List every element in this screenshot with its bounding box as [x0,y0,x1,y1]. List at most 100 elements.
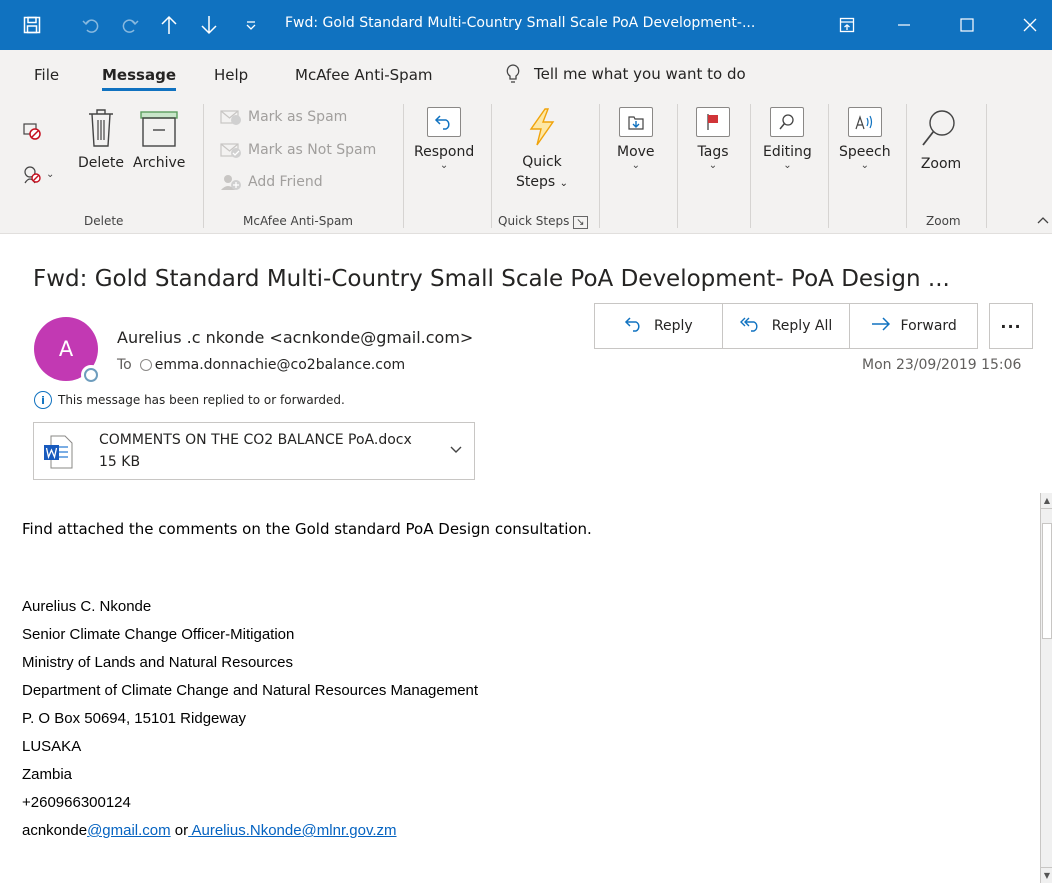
speech-button[interactable]: Speech ⌄ [839,107,891,171]
more-icon: ··· [1000,316,1022,336]
speech-label: Speech [839,144,891,160]
quick-steps-label-2-text: Steps [516,174,556,190]
move-icon [618,107,653,137]
signature-line: Zambia [22,766,73,783]
group-label-mcafee-anti-spam: McAfee Anti-Spam [243,214,353,228]
tags-button[interactable]: Tags ⌄ [696,107,730,171]
ribbon-separator [599,104,600,228]
tab-file[interactable]: File [34,66,59,84]
forward-label: Forward [900,318,957,334]
lightbulb-icon [506,64,520,83]
minimize-icon[interactable] [893,14,915,36]
attachment-card[interactable]: COMMENTS ON THE CO2 BALANCE PoA.docx 15 … [33,422,475,480]
gov-email-link[interactable]: Aurelius.Nkonde@mlnr.gov.zm [188,822,396,839]
add-friend-label: Add Friend [248,174,323,190]
chevron-down-icon: ⌄ [631,160,640,171]
save-icon[interactable] [21,14,43,36]
zoom-button[interactable]: Zoom [920,107,962,173]
redo-icon[interactable] [119,14,141,36]
quick-steps-label-2: Steps ⌄ [516,173,568,193]
maximize-icon[interactable] [956,14,978,36]
quick-steps-button[interactable]: Quick Steps ⌄ [516,107,568,193]
sender-name[interactable]: Aurelius .c nkonde <acnkonde@gmail.com> [117,328,473,347]
tell-me-search[interactable]: Tell me what you want to do [506,64,746,84]
add-friend-button[interactable]: Add Friend [220,173,323,191]
signature-line: Ministry of Lands and Natural Resources [22,654,293,671]
scroll-down-icon[interactable]: ▼ [1041,867,1052,883]
dialog-launcher-icon[interactable]: ↘ [573,216,588,229]
ribbon-separator [906,104,907,228]
tab-help[interactable]: Help [214,66,248,84]
signature-line: Aurelius C. Nkonde [22,598,152,615]
respond-label: Respond [414,144,475,160]
group-label-quick-steps-text: Quick Steps [498,214,570,228]
trash-icon [89,109,113,147]
up-arrow-icon[interactable] [158,14,180,36]
group-label-zoom: Zoom [926,214,961,228]
ribbon-separator [403,104,404,228]
forward-button[interactable]: Forward [850,304,977,348]
editing-button[interactable]: Editing ⌄ [763,107,812,171]
delete-button[interactable]: Delete [78,108,124,172]
lightning-icon [529,108,555,146]
presence-status-icon [81,365,101,385]
undo-icon[interactable] [80,14,102,36]
mark-as-not-spam-label: Mark as Not Spam [248,142,377,158]
gmail-link[interactable]: @gmail.com [87,822,171,839]
group-label-quick-steps: Quick Steps ↘ [498,214,588,229]
reply-label: Reply [653,318,693,334]
scroll-thumb[interactable] [1042,523,1052,639]
delete-label: Delete [78,155,124,171]
signature-line: Senior Climate Change Officer-Mitigation [22,626,295,643]
group-label-delete: Delete [84,214,124,228]
customize-icon[interactable] [240,14,262,36]
ribbon-separator [750,104,751,228]
archive-icon [140,111,178,147]
message-body-text: Find attached the comments on the Gold s… [22,520,592,538]
chevron-down-icon: ⌄ [439,160,449,171]
signature-line: Department of Climate Change and Natural… [22,682,479,699]
collapse-ribbon-icon[interactable] [1036,210,1050,229]
tab-mcafee-anti-spam[interactable]: McAfee Anti-Spam [295,66,433,84]
chevron-down-icon: ⌄ [783,160,792,171]
reply-all-button[interactable]: Reply All [723,304,851,348]
ribbon-separator [677,104,678,228]
close-icon[interactable] [1019,14,1041,36]
down-arrow-icon[interactable] [198,14,220,36]
recipient-presence-icon [139,359,152,371]
signature-line: P. O Box 50694, 15101 Ridgeway [22,710,247,727]
attachment-name: COMMENTS ON THE CO2 BALANCE PoA.docx [99,432,412,448]
flag-icon [696,107,730,137]
title-bar: Fwd: Gold Standard Multi-Country Small S… [0,0,1052,50]
recipient-line: To emma.donnachie@co2balance.com [117,357,405,373]
chevron-down-icon: ⌄ [559,178,569,189]
info-text: This message has been replied to or forw… [58,393,345,407]
ribbon: ⌄ Delete Archive Delete Mark as Spam Mar… [0,98,1052,234]
read-aloud-icon [847,107,882,137]
move-button[interactable]: Move ⌄ [617,107,655,171]
recipient[interactable]: emma.donnachie@co2balance.com [139,357,405,373]
mark-as-spam-label: Mark as Spam [248,109,348,125]
archive-button[interactable]: Archive [133,108,185,172]
ribbon-separator [986,104,987,228]
ribbon-separator [491,104,492,228]
restore-ribbon-icon[interactable] [836,14,858,36]
mark-as-not-spam-button[interactable]: Mark as Not Spam [220,141,376,159]
reply-icon [624,316,644,337]
tab-message[interactable]: Message [102,66,176,91]
ignore-icon[interactable] [22,121,42,145]
more-actions-button[interactable]: ··· [989,303,1033,349]
add-friend-icon [221,175,241,190]
vertical-scrollbar[interactable]: ▲ ▼ [1040,493,1052,883]
cleanup-icon[interactable]: ⌄ [22,164,54,184]
editing-label: Editing [763,144,812,160]
scroll-up-icon[interactable]: ▲ [1041,493,1052,509]
mark-as-spam-button[interactable]: Mark as Spam [220,108,347,126]
tell-me-label: Tell me what you want to do [534,65,746,83]
window-title: Fwd: Gold Standard Multi-Country Small S… [285,15,756,31]
reply-button[interactable]: Reply [595,304,723,348]
info-icon: i [34,391,52,409]
attachment-menu-chevron-icon[interactable] [450,443,462,458]
tags-label: Tags [697,144,729,160]
respond-button[interactable]: Respond ⌄ [414,107,474,171]
